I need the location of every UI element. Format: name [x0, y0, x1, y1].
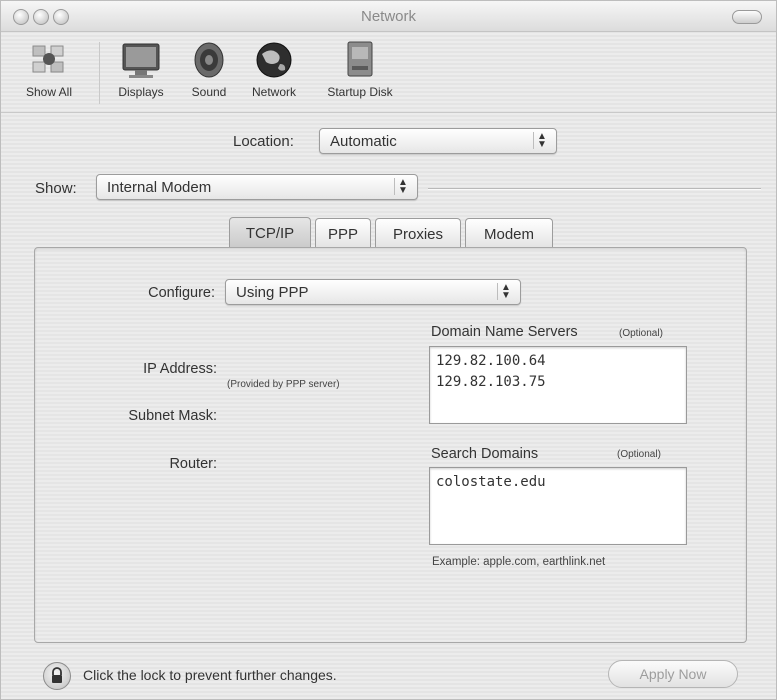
- globe-icon: [256, 42, 292, 78]
- tab-label: Proxies: [392, 226, 444, 243]
- window-title: Network: [360, 8, 416, 25]
- tab-tcpip[interactable]: TCP/IP: [229, 217, 311, 249]
- toolbar-item-network[interactable]: Network: [241, 38, 307, 99]
- dns-label: Domain Name Servers: [431, 324, 578, 340]
- dns-optional-label: (Optional): [619, 328, 663, 339]
- disk-icon: [347, 41, 373, 77]
- toolbar-label: Displays: [118, 85, 164, 99]
- configure-popup[interactable]: Using PPP ▲ ▼: [225, 279, 521, 305]
- show-label: Show:: [35, 180, 77, 197]
- tab-label: PPP: [327, 226, 358, 243]
- search-domains-field[interactable]: colostate.edu: [429, 467, 687, 545]
- title-bar[interactable]: Network: [1, 1, 776, 32]
- lock-message: Click the lock to prevent further change…: [83, 667, 337, 683]
- toolbar: Show All Displays Sound Network Startup …: [1, 32, 776, 113]
- search-domains-example: Example: apple.com, earthlink.net: [432, 556, 606, 568]
- location-value: Automatic: [330, 133, 397, 150]
- toolbar-item-startup-disk[interactable]: Startup Disk: [313, 38, 407, 99]
- show-value: Internal Modem: [107, 179, 212, 196]
- subnet-mask-label: Subnet Mask:: [128, 408, 217, 424]
- tab-proxies[interactable]: Proxies: [375, 218, 461, 248]
- tab-ppp[interactable]: PPP: [315, 218, 371, 248]
- ip-address-label: IP Address:: [143, 361, 217, 377]
- toolbar-item-show-all[interactable]: Show All: [9, 38, 89, 99]
- toolbar-item-sound[interactable]: Sound: [183, 38, 235, 99]
- lock-button[interactable]: [43, 662, 71, 690]
- separator-line: [428, 188, 761, 189]
- chevron-updown-icon: ▲ ▼: [394, 178, 411, 196]
- display-icon: [122, 43, 160, 78]
- provided-by-ppp-note: (Provided by PPP server): [227, 379, 340, 390]
- toolbar-label: Network: [251, 85, 296, 99]
- location-popup[interactable]: Automatic ▲ ▼: [319, 128, 557, 154]
- toolbar-item-displays[interactable]: Displays: [111, 38, 171, 99]
- dns-server-entry: 129.82.103.75: [436, 374, 546, 390]
- apple-icon: [32, 45, 64, 73]
- search-domains-optional-label: (Optional): [617, 449, 661, 460]
- chevron-updown-icon: ▲ ▼: [533, 132, 550, 150]
- show-popup[interactable]: Internal Modem ▲ ▼: [96, 174, 418, 200]
- dns-servers-field[interactable]: 129.82.100.64 129.82.103.75: [429, 346, 687, 424]
- tab-label: TCP/IP: [245, 225, 295, 242]
- toolbar-label: Sound: [191, 85, 227, 99]
- toolbar-separator: [99, 42, 100, 104]
- tab-modem[interactable]: Modem: [465, 218, 553, 248]
- dns-server-entry: 129.82.100.64: [436, 353, 546, 369]
- toolbar-label: Startup Disk: [327, 85, 393, 99]
- tcpip-panel: [34, 247, 747, 643]
- tab-label: Modem: [483, 226, 535, 243]
- toolbar-label: Show All: [25, 85, 73, 99]
- apply-now-button[interactable]: Apply Now: [608, 660, 738, 688]
- search-domains-label: Search Domains: [431, 446, 539, 462]
- configure-value: Using PPP: [236, 284, 309, 301]
- lock-icon: [52, 667, 62, 683]
- search-domain-entry: colostate.edu: [436, 474, 546, 490]
- toolbar-toggle-button[interactable]: [732, 10, 762, 24]
- speaker-icon: [194, 42, 224, 78]
- network-preferences-window: Network Show All Displays Sound Network …: [0, 0, 777, 700]
- router-label: Router:: [169, 456, 217, 472]
- configure-label: Configure:: [148, 285, 215, 301]
- location-label: Location:: [233, 133, 294, 150]
- chevron-updown-icon: ▲ ▼: [497, 283, 514, 301]
